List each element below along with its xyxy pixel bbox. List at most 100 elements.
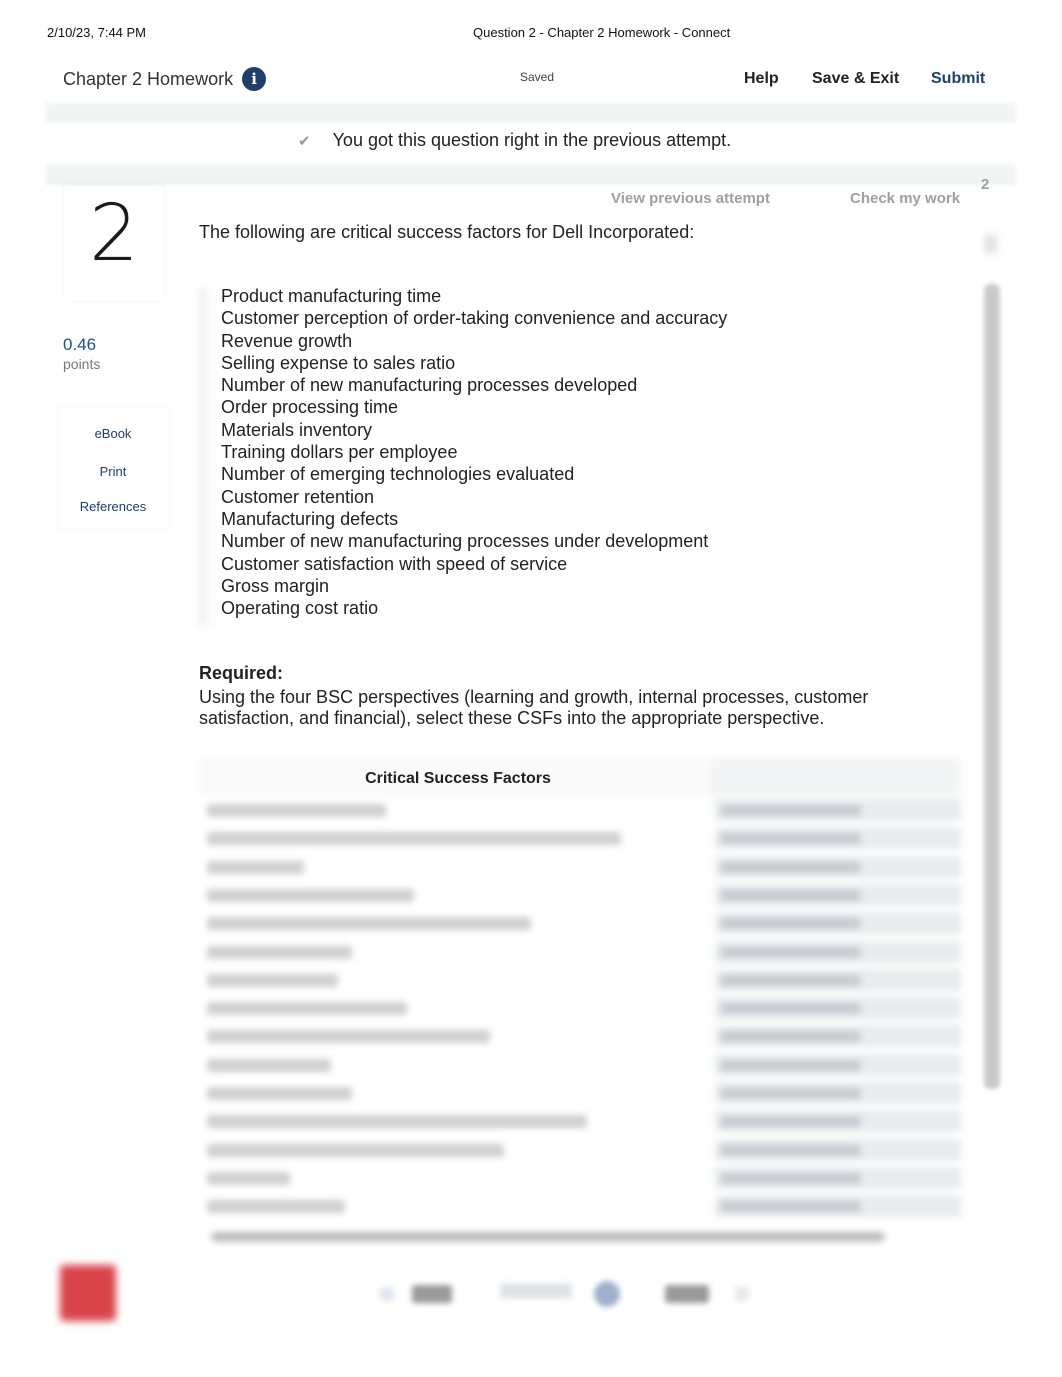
- vertical-scrollbar[interactable]: [980, 232, 1004, 1242]
- table-row: [203, 938, 963, 966]
- csf-item: Number of new manufacturing processes de…: [221, 375, 638, 396]
- question-intro: The following are critical success facto…: [199, 222, 695, 242]
- assignment-title: Chapter 2 Homework i: [63, 67, 267, 91]
- question-footer: [0, 1255, 1062, 1335]
- question-number-box: 2: [64, 185, 164, 300]
- perspective-select-value: [721, 889, 861, 901]
- table-row-factor: [207, 1087, 352, 1100]
- table-row-factor: [207, 1002, 408, 1016]
- divider-band: [46, 163, 1016, 185]
- perspective-select-value: [721, 1088, 861, 1099]
- horizontal-scrollbar[interactable]: [211, 1232, 885, 1242]
- table-row-factor: [207, 832, 621, 846]
- table-row: [203, 1136, 963, 1164]
- perspective-select-value: [721, 805, 861, 816]
- notice-text: You got this question right in the previ…: [332, 130, 732, 150]
- table-row: [203, 1192, 963, 1220]
- check-work-count: 2: [981, 176, 990, 193]
- scrollbar-thumb[interactable]: [984, 284, 1000, 1089]
- chevron-right-icon: [735, 1287, 749, 1301]
- divider-band: [46, 102, 1016, 122]
- table-header-perspective-bg: [711, 758, 961, 796]
- perspective-select-value: [721, 1003, 861, 1015]
- perspective-select-value: [721, 1172, 861, 1184]
- assignment-header: Chapter 2 Homework i Saved Help Save & E…: [46, 60, 1016, 100]
- perspective-select-value: [721, 833, 861, 845]
- table-row: [203, 1079, 963, 1107]
- table-row: [203, 853, 963, 881]
- prev-label: [412, 1285, 452, 1303]
- required-label: Required:: [199, 663, 284, 683]
- csf-item: Customer retention: [221, 486, 375, 507]
- question-tools: eBook Print References: [58, 408, 168, 528]
- csf-item: Number of emerging technologies evaluate…: [221, 464, 575, 485]
- required-instructions: Using the four BSC perspectives (learnin…: [199, 687, 869, 728]
- perspective-select-value: [721, 1059, 861, 1071]
- table-row-factor: [207, 917, 532, 931]
- assignment-title-text: Chapter 2 Homework: [63, 68, 234, 89]
- csf-perspective-table: [199, 758, 967, 1246]
- list-decoration: [199, 288, 213, 626]
- csf-item: Customer perception of order-taking conv…: [221, 308, 728, 329]
- print-link[interactable]: Print: [58, 464, 168, 479]
- question-content: The following are critical success facto…: [199, 222, 959, 728]
- csf-item: Manufacturing defects: [221, 508, 399, 529]
- help-button[interactable]: Help: [744, 70, 779, 88]
- table-row-factor: [207, 1143, 504, 1157]
- table-row-factor: [207, 973, 339, 987]
- table-row: [203, 994, 963, 1022]
- table-header-factors: Critical Success Factors: [365, 770, 551, 787]
- checkmark-icon: ✔: [298, 132, 311, 150]
- csf-item: Gross margin: [221, 575, 330, 596]
- table-row-factor: [207, 1115, 587, 1129]
- prev-button[interactable]: [380, 1281, 460, 1307]
- perspective-select-value: [721, 1144, 861, 1156]
- perspective-select-value: [721, 918, 861, 930]
- csf-item: Materials inventory: [221, 419, 373, 440]
- table-row: [203, 881, 963, 909]
- csf-list: Product manufacturing time Customer perc…: [221, 285, 727, 619]
- question-grid-button[interactable]: [594, 1281, 622, 1307]
- points-label: points: [63, 356, 101, 372]
- csf-item: Selling expense to sales ratio: [221, 352, 456, 373]
- table-row: [203, 824, 963, 852]
- grid-icon: [594, 1281, 620, 1307]
- next-button[interactable]: [665, 1281, 755, 1307]
- print-page-title: Question 2 - Chapter 2 Homework - Connec…: [473, 25, 731, 40]
- table-row-factor: [207, 1058, 332, 1072]
- chevron-left-icon: [380, 1287, 394, 1301]
- save-exit-button[interactable]: Save & Exit: [812, 70, 899, 88]
- perspective-select-value: [721, 1201, 861, 1213]
- table-row: [203, 1022, 963, 1050]
- csf-item: Training dollars per employee: [221, 442, 458, 463]
- perspective-select-value: [721, 1031, 861, 1043]
- table-row-factor: [207, 1171, 290, 1185]
- table-row: [203, 1164, 963, 1192]
- table-row-factor: [207, 1200, 345, 1214]
- check-my-work-button[interactable]: Check my work: [850, 190, 960, 207]
- ebook-link[interactable]: eBook: [58, 426, 168, 441]
- references-link[interactable]: References: [58, 499, 168, 514]
- save-status: Saved: [520, 70, 555, 84]
- info-icon[interactable]: i: [242, 67, 267, 91]
- csf-item: Order processing time: [221, 397, 399, 418]
- print-datetime: 2/10/23, 7:44 PM: [47, 25, 147, 40]
- csf-item: Customer satisfaction with speed of serv…: [221, 553, 568, 574]
- perspective-select-value: [721, 946, 861, 958]
- scroll-up-arrow[interactable]: [984, 234, 998, 254]
- submit-button[interactable]: Submit: [931, 70, 985, 88]
- table-row: [203, 1107, 963, 1135]
- table-row-factor: [207, 804, 387, 817]
- csf-item: Number of new manufacturing processes un…: [221, 531, 709, 552]
- table-row: [203, 966, 963, 994]
- table-row: [203, 1051, 963, 1079]
- page-indicator[interactable]: [500, 1281, 580, 1307]
- table-row-factor: [207, 888, 414, 902]
- table-row: [203, 796, 963, 824]
- points-value: 0.46: [63, 335, 97, 354]
- question-number: 2: [89, 189, 139, 279]
- perspective-select-value: [721, 861, 861, 873]
- view-previous-attempt-button[interactable]: View previous attempt: [611, 190, 770, 207]
- next-label: [665, 1285, 709, 1303]
- perspective-select-value: [721, 974, 861, 986]
